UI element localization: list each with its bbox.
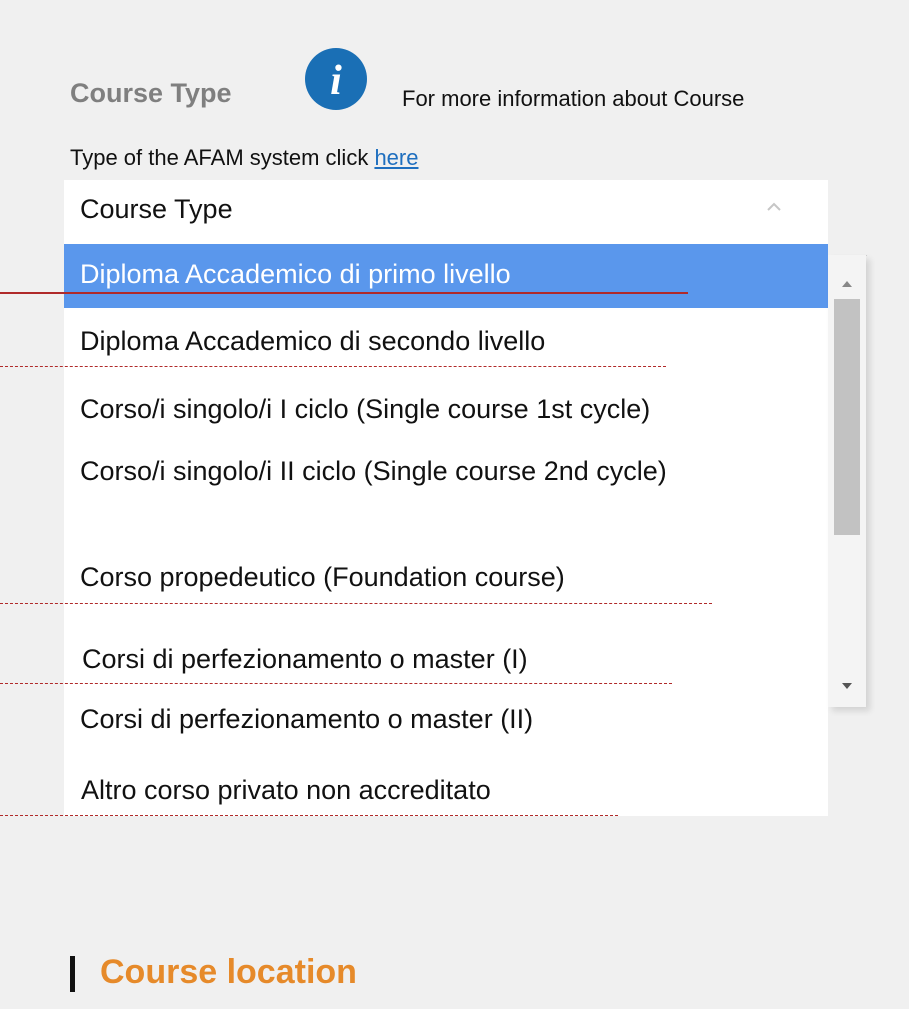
annotation-underline bbox=[0, 683, 672, 684]
info-text-prefix: Type of the AFAM system click bbox=[70, 145, 375, 170]
section-title: Course location bbox=[100, 953, 357, 991]
dropdown-option[interactable]: Altro corso privato non accreditato bbox=[64, 750, 828, 816]
dropdown-option[interactable]: Corso propedeutico (Foundation course) bbox=[64, 547, 828, 615]
annotation-underline bbox=[0, 292, 688, 294]
annotation-underline bbox=[0, 366, 666, 367]
info-text: For more information about Course bbox=[402, 86, 745, 111]
section-accent-bar bbox=[70, 956, 75, 992]
scrollbar-thumb[interactable] bbox=[834, 299, 860, 535]
info-text-continued: Type of the AFAM system click here bbox=[70, 145, 418, 171]
dropdown-option[interactable]: Corsi di perfezionamento o master (II) bbox=[64, 687, 828, 750]
scroll-down-arrow-icon[interactable] bbox=[841, 681, 853, 691]
svg-text:i: i bbox=[330, 58, 342, 104]
annotation-underline bbox=[0, 815, 618, 816]
select-value: Course Type bbox=[80, 194, 233, 224]
dropdown-option[interactable]: Corsi di perfezionamento o master (I) bbox=[64, 615, 828, 687]
dropdown-option[interactable]: Diploma Accademico di secondo livello bbox=[64, 308, 828, 374]
annotation-underline bbox=[0, 603, 712, 604]
scrollbar[interactable] bbox=[828, 255, 866, 707]
course-type-label: Course Type bbox=[70, 78, 232, 108]
course-type-select[interactable]: Course Type bbox=[64, 180, 828, 244]
chevron-up-icon[interactable] bbox=[765, 198, 783, 216]
scroll-up-arrow-icon[interactable] bbox=[841, 279, 853, 289]
dropdown-option[interactable]: Diploma Accademico di primo livello bbox=[64, 244, 828, 308]
info-icon[interactable]: i bbox=[304, 47, 368, 111]
dropdown-option[interactable]: Corso/i singolo/i I ciclo (Single course… bbox=[64, 374, 828, 440]
dropdown-option[interactable]: Corso/i singolo/i II ciclo (Single cours… bbox=[64, 440, 828, 547]
info-link[interactable]: here bbox=[374, 145, 418, 170]
